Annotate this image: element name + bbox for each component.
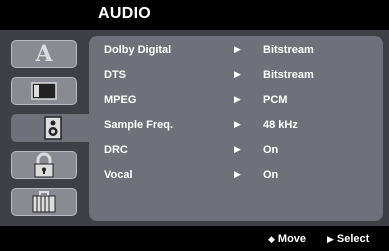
display-icon xyxy=(31,82,57,100)
arrow-right-icon: ▶ xyxy=(234,44,241,54)
language-icon: A xyxy=(35,41,53,67)
setting-label: MPEG xyxy=(104,94,137,106)
setting-value: PCM xyxy=(263,94,288,106)
setting-row-sample-freq[interactable]: Sample Freq. ▶ 48 kHz xyxy=(104,117,374,135)
setting-label: Dolby Digital xyxy=(104,44,172,56)
speaker-icon xyxy=(44,116,62,140)
tab-display[interactable] xyxy=(11,77,77,105)
setting-value: On xyxy=(263,169,279,181)
move-hint: ◆ Move xyxy=(268,233,306,245)
setting-label: Sample Freq. xyxy=(104,119,174,131)
arrow-right-icon: ▶ xyxy=(234,169,241,179)
footer-bar: ◆ Move ▶ Select xyxy=(0,226,389,251)
tab-audio[interactable] xyxy=(11,114,95,142)
setting-label: DRC xyxy=(104,144,128,156)
lock-icon xyxy=(34,152,54,178)
up-down-arrow-icon: ◆ xyxy=(268,234,275,244)
toolbox-icon xyxy=(32,191,56,213)
tab-language[interactable]: A xyxy=(11,40,77,68)
move-label: Move xyxy=(277,233,307,245)
arrow-right-icon: ▶ xyxy=(234,144,241,154)
setting-label: Vocal xyxy=(104,169,133,181)
arrow-right-icon: ▶ xyxy=(234,119,241,129)
tab-others[interactable] xyxy=(11,188,77,216)
setting-row-vocal[interactable]: Vocal ▶ On xyxy=(104,167,374,185)
setting-row-dts[interactable]: DTS ▶ Bitstream xyxy=(104,67,374,85)
tab-lock[interactable] xyxy=(11,151,77,179)
setting-value: 48 kHz xyxy=(263,119,298,131)
setting-row-drc[interactable]: DRC ▶ On xyxy=(104,142,374,160)
setting-row-dolby-digital[interactable]: Dolby Digital ▶ Bitstream xyxy=(104,42,374,60)
play-arrow-icon: ▶ xyxy=(327,234,334,244)
select-label: Select xyxy=(336,233,370,245)
select-hint: ▶ Select xyxy=(327,233,369,245)
setting-row-mpeg[interactable]: MPEG ▶ PCM xyxy=(104,92,374,110)
arrow-right-icon: ▶ xyxy=(234,69,241,79)
setting-label: DTS xyxy=(104,69,126,81)
setting-value: Bitstream xyxy=(263,69,314,81)
setting-value: On xyxy=(263,144,279,156)
setting-value: Bitstream xyxy=(263,44,314,56)
arrow-right-icon: ▶ xyxy=(234,94,241,104)
page-title: AUDIO xyxy=(98,5,152,22)
title-bar: AUDIO xyxy=(0,0,389,30)
